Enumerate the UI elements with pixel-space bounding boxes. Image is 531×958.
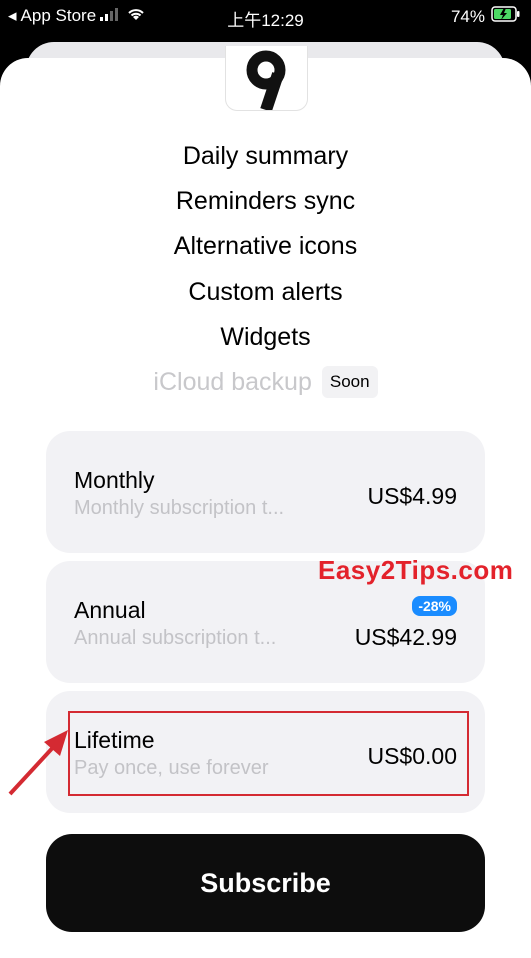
plan-price: US$4.99 — [367, 483, 457, 509]
feature-widgets: Widgets — [220, 323, 311, 351]
plan-title: Monthly — [74, 467, 155, 493]
watermark: Easy2Tips.com — [318, 555, 514, 585]
soon-badge: Soon — [321, 366, 378, 398]
icloud-backup-label: iCloud backup — [153, 367, 312, 396]
highlight-box — [68, 711, 469, 796]
discount-badge: -28% — [412, 596, 457, 616]
feature-daily-summary: Daily summary — [182, 142, 349, 170]
feature-reminders-sync: Reminders sync — [175, 187, 356, 215]
feature-alternative-icons: Alternative icons — [173, 232, 358, 260]
annotation-arrow-icon — [6, 724, 72, 803]
battery-charging-icon — [491, 6, 521, 27]
plan-option-monthly[interactable]: Monthly Monthly subscription t... US$4.9… — [46, 431, 485, 553]
status-bar-right: 74% — [451, 6, 521, 27]
app-logo-icon — [246, 50, 286, 110]
feature-custom-alerts: Custom alerts — [188, 278, 343, 306]
plan-subtitle: Annual subscription t... — [74, 627, 277, 649]
plan-price: US$42.99 — [354, 624, 457, 650]
status-bar: ◂ App Store 上午12:29 74% — [0, 0, 531, 32]
plan-title: Annual — [74, 597, 146, 623]
battery-percent: 74% — [450, 6, 485, 26]
subscribe-button[interactable]: Subscribe — [46, 834, 485, 932]
app-logo — [225, 46, 308, 111]
plan-subtitle: Monthly subscription t... — [74, 497, 285, 519]
feature-icloud-backup: iCloud backup Soon — [0, 366, 531, 398]
